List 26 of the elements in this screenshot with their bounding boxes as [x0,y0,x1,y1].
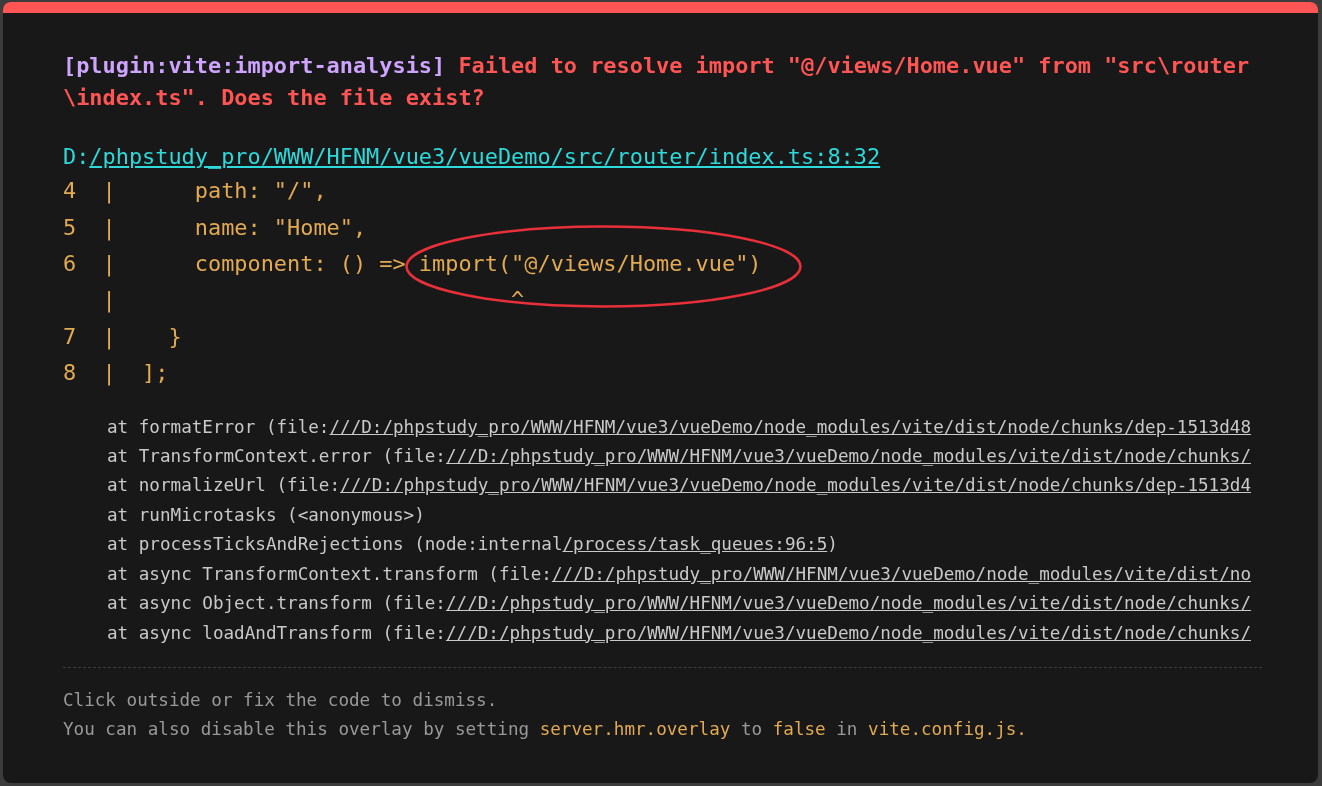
file-link[interactable]: ///D:/phpstudy_pro/WWW/HFNM/vue3/vueDemo/node_modules/vite/dist/node/chunks/dep-1513d48 [329,416,1251,437]
file-link[interactable]: ///D:/phpstudy_pro/WWW/HFNM/vue3/vueDemo/node_modules/vite/dist/node/chunks/dep-1513d4 [340,475,1251,496]
file-link[interactable]: ///D:/phpstudy_pro/WWW/HFNM/vue3/vueDemo/node_modules/vite/dist/node/chunks/ [445,593,1251,614]
stack-trace-line: at runMicrotasks (<anonymous>) [107,503,425,527]
stack-trace-line: at async TransformContext.transform (file:///D:/phpstudy_pro/WWW/HFNM/vue3/vueDemo/node_modules/vite/dist/no [107,562,1251,586]
error-message: [plugin:vite:import-analysis] Failed to resolve import "@/views/Home.vue" from "src\router\index.ts". Does the file exist? [63,52,1251,113]
file-path: D:/phpstudy_pro/WWW/HFNM/vue3/vueDemo/src/router/index.ts:8:32 [63,142,881,171]
file-link[interactable]: ///D:/phpstudy_pro/WWW/HFNM/vue3/vueDemo/node_modules/vite/dist/node/chunks/ [445,446,1251,467]
stack-trace-line: at normalizeUrl (file:///D:/phpstudy_pro/WWW/HFNM/vue3/vueDemo/node_modules/vite/dist/node/chunks/dep-1513d4 [107,474,1251,498]
stack-trace-line: at TransformContext.error (file:///D:/phpstudy_pro/WWW/HFNM/vue3/vueDemo/node_modules/vite/dist/node/chunks/ [107,445,1251,469]
tip-text: Click outside or fix the code to dismiss. [63,688,498,712]
file-link[interactable]: /phpstudy_pro/WWW/HFNM/vue3/vueDemo/src/router/index.ts:8:32 [89,143,881,169]
code-frame-line: 4 | path: "/", [63,177,327,206]
stack-trace-line: at processTicksAndRejections (node:internal/process/task_queues:96:5) [107,533,838,557]
code-frame-line: | ^ [101,286,525,315]
file-link[interactable]: /process/task_queues:96:5 [562,534,828,555]
code-frame-line: 8 | ]; [63,359,169,388]
stack-trace-line: at async Object.transform (file:///D:/phpstudy_pro/WWW/HFNM/vue3/vueDemo/node_modules/vite/dist/node/chunks/ [107,592,1251,616]
code-frame-line: 7 | } [63,322,182,352]
file-link[interactable]: ///D:/phpstudy_pro/WWW/HFNM/vue3/vueDemo/node_modules/vite/dist/no [551,563,1251,584]
stack-trace-line: at async loadAndTransform (file:///D:/phpstudy_pro/WWW/HFNM/vue3/vueDemo/node_modules/vite/dist/node/chunks/ [107,621,1251,645]
file-link[interactable]: ///D:/phpstudy_pro/WWW/HFNM/vue3/vueDemo/node_modules/vite/dist/node/chunks/ [445,622,1251,643]
code-frame-line: 5 | name: "Home", [63,213,367,243]
code-frame-line: 6 | component: () => import("@/views/Home.vue") [63,250,762,279]
stack-trace-line: at formatError (file:///D:/phpstudy_pro/WWW/HFNM/vue3/vueDemo/node_modules/vite/dist/node/chunks/dep-1513d48 [107,415,1251,439]
tip-text: You can also disable this overlay by setting server.hmr.overlay to false in vite.config.js. [63,718,1027,742]
